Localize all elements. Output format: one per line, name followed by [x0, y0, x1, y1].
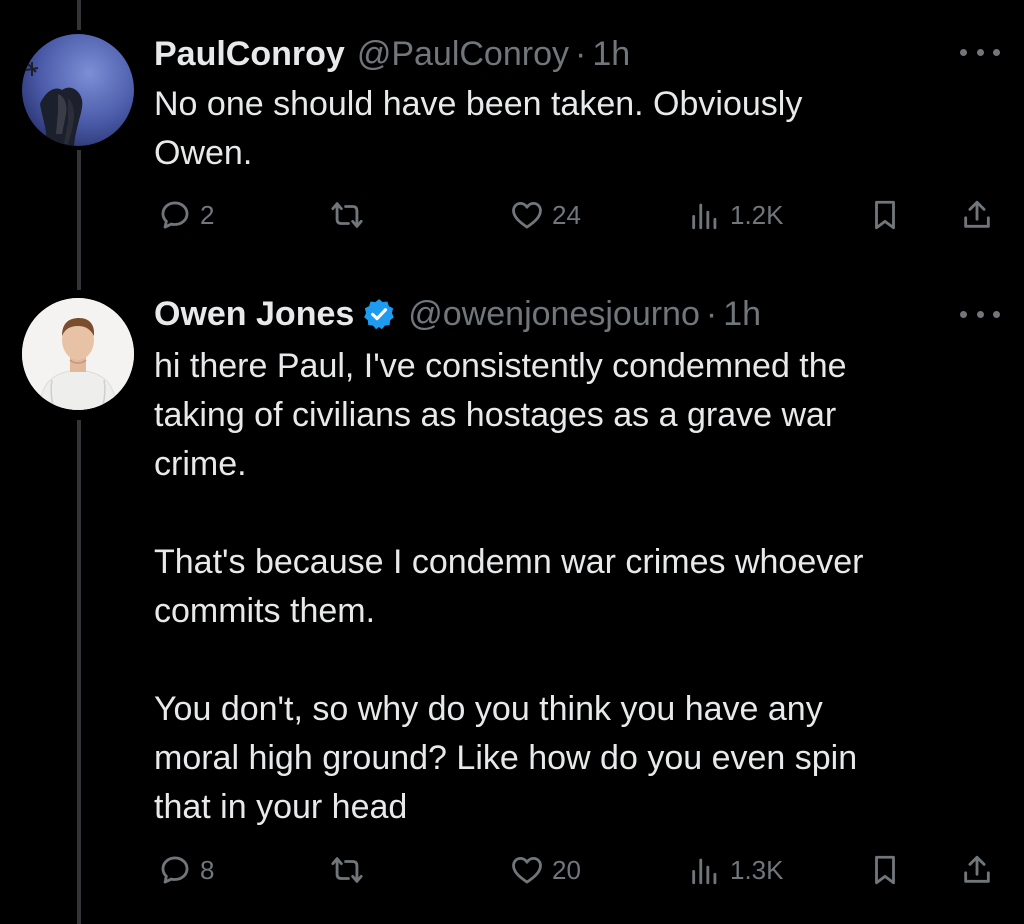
bookmark-icon: [875, 855, 895, 885]
like-count: 24: [552, 199, 581, 230]
timestamp[interactable]: 1h: [592, 34, 630, 74]
retweet-icon: [331, 202, 363, 228]
tweet-paulconroy[interactable]: PaulConroy @PaulConroy · 1h No one shoul…: [0, 0, 1024, 280]
timestamp[interactable]: 1h: [723, 294, 761, 334]
heart-icon: [512, 856, 542, 884]
views-icon: [692, 203, 717, 230]
share-icon: [964, 200, 990, 228]
retweet-icon: [331, 857, 363, 883]
reply-button[interactable]: 8: [158, 850, 214, 890]
reply-count: 2: [200, 199, 215, 230]
user-handle[interactable]: @PaulConroy: [357, 34, 569, 74]
share-button[interactable]: [960, 850, 994, 890]
user-handle[interactable]: @owenjonesjourno: [408, 294, 700, 334]
bookmark-button[interactable]: [868, 850, 902, 890]
tweet-paragraph: That's because I condemn war crimes whoe…: [154, 543, 864, 630]
action-bar: 8 20 1.3K: [154, 850, 1000, 890]
tweet-paragraph: No one should have been taken. Obviously…: [154, 85, 803, 172]
tweet-text: No one should have been taken. Obviously…: [154, 80, 974, 178]
reply-count: 8: [200, 854, 215, 885]
views-button[interactable]: 1.2K: [688, 195, 784, 235]
reply-button[interactable]: 2: [158, 195, 214, 235]
verified-badge-icon: [364, 299, 395, 330]
display-name[interactable]: PaulConroy: [154, 34, 345, 74]
tweet-paragraph: hi there Paul, I've consistently condemn…: [154, 347, 847, 483]
bookmark-button[interactable]: [868, 195, 902, 235]
tweet-owenjones[interactable]: Owen Jones @owenjonesjourno · 1h hi ther…: [0, 280, 1024, 924]
views-button[interactable]: 1.3K: [688, 850, 784, 890]
tweet-header: PaulConroy @PaulConroy · 1h: [154, 34, 630, 74]
bookmark-icon: [875, 200, 895, 230]
share-icon: [964, 855, 990, 883]
separator: ·: [705, 295, 718, 333]
avatar[interactable]: [22, 34, 134, 146]
retweet-button[interactable]: [330, 850, 372, 890]
views-icon: [692, 858, 717, 885]
share-button[interactable]: [960, 195, 994, 235]
avatar[interactable]: [22, 298, 134, 410]
views-count: 1.3K: [730, 854, 784, 885]
display-name[interactable]: Owen Jones: [154, 294, 354, 334]
more-icon[interactable]: [960, 42, 1000, 62]
reply-icon: [161, 856, 189, 884]
like-button[interactable]: 24: [510, 195, 581, 235]
heart-icon: [512, 201, 542, 229]
more-icon[interactable]: [960, 304, 1000, 324]
tweet-paragraph: You don't, so why do you think you have …: [154, 690, 858, 826]
separator: ·: [574, 35, 587, 73]
tweet-header: Owen Jones @owenjonesjourno · 1h: [154, 294, 761, 334]
tweet-text: hi there Paul, I've consistently condemn…: [154, 342, 974, 832]
retweet-button[interactable]: [330, 195, 372, 235]
like-button[interactable]: 20: [510, 850, 581, 890]
like-count: 20: [552, 854, 581, 885]
reply-icon: [161, 201, 189, 229]
views-count: 1.2K: [730, 199, 784, 230]
action-bar: 2 24 1.2K: [154, 195, 1000, 235]
